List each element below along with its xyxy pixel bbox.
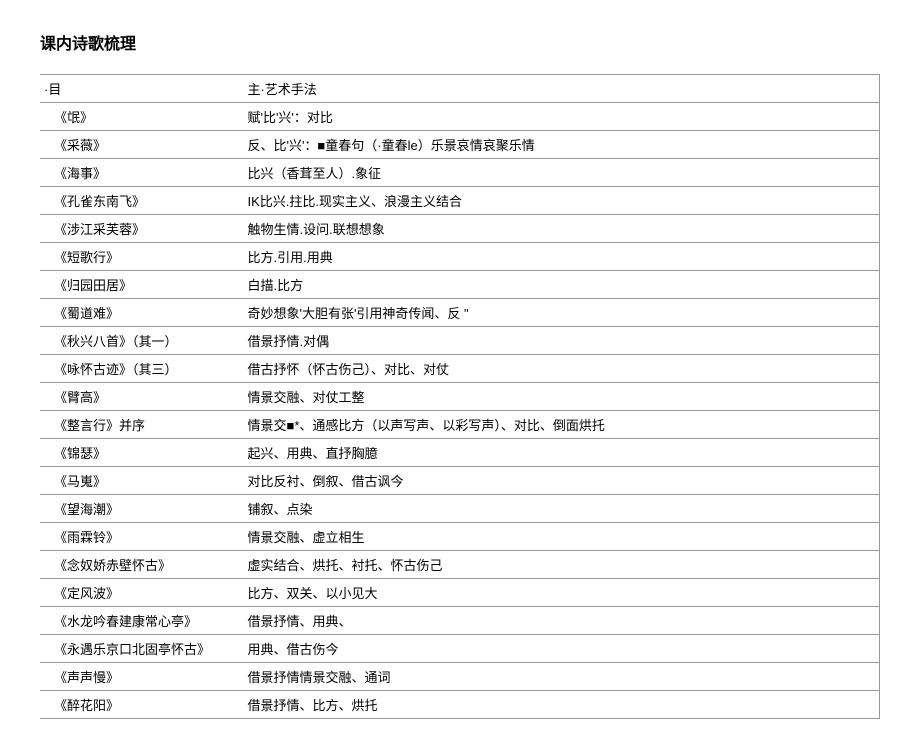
poem-name: 《醉花阳》 (40, 691, 241, 719)
poem-technique: 借景抒情、用典、 (241, 607, 879, 635)
table-row: 《声声慢》借景抒情情景交融、通词 (40, 663, 880, 691)
poem-technique: 借景抒情情景交融、通词 (241, 663, 879, 691)
poem-name: 《锦瑟》 (40, 439, 241, 467)
poem-name: 《咏怀古迹》（其三） (40, 355, 241, 383)
poem-name: 《念奴娇赤壁怀古》 (40, 551, 241, 579)
poem-name: 《水龙吟春建康常心亭》 (40, 607, 241, 635)
poem-technique: 情景交■*、通感比方（以声写声、以彩写声）、对比、倒面烘托 (241, 411, 879, 439)
table-row: 《念奴娇赤壁怀古》虚实结合、烘托、衬托、怀古伤己 (40, 551, 880, 579)
table-row: 《孔雀东南飞》IK比兴.拄比.现实主义、浪漫主义结合 (40, 187, 880, 215)
table-row: 《涉江采芙蓉》触物生情.设问.联想想象 (40, 215, 880, 243)
table-row: 《望海潮》铺叙、点染 (40, 495, 880, 523)
poem-name: 《臂高》 (40, 383, 241, 411)
poem-technique: 起兴、用典、直抒胸臆 (241, 439, 879, 467)
poem-name: 《归园田居》 (40, 271, 241, 299)
table-row: 《醉花阳》借景抒情、比方、烘托 (40, 691, 880, 719)
poem-name: 《定风波》 (40, 579, 241, 607)
table-row: 《水龙吟春建康常心亭》借景抒情、用典、 (40, 607, 880, 635)
poem-name: 《雨霖铃》 (40, 523, 241, 551)
table-row: 《雨霖铃》情景交融、虚立相生 (40, 523, 880, 551)
poem-name: 《海事》 (40, 159, 241, 187)
table-row: 《归园田居》白描.比方 (40, 271, 880, 299)
table-row: 《蜀道难》奇妙想象'大胆有张'引用神奇传闻、反 " (40, 299, 880, 327)
table-row: 《锦瑟》起兴、用典、直抒胸臆 (40, 439, 880, 467)
poem-name: 《短歌行》 (40, 243, 241, 271)
poem-technique: 赋'比'兴'：对比 (241, 103, 879, 131)
table-row: 《马嵬》对比反衬、倒叙、借古讽今 (40, 467, 880, 495)
poem-technique: 铺叙、点染 (241, 495, 879, 523)
table-row: 《短歌行》比方.引用.用典 (40, 243, 880, 271)
table-row: 《秋兴八首》（其一）借景抒情.对偶 (40, 327, 880, 355)
poem-name: 《永遇乐京口北固亭怀古》 (40, 635, 241, 663)
header-col1: ·目 (40, 75, 241, 103)
poem-name: 《秋兴八首》（其一） (40, 327, 241, 355)
poem-technique: IK比兴.拄比.现实主义、浪漫主义结合 (241, 187, 879, 215)
poem-technique: 用典、借古伤今 (241, 635, 879, 663)
poem-technique: 情景交融、对仗工整 (241, 383, 879, 411)
poem-technique: 借景抒情、比方、烘托 (241, 691, 879, 719)
poem-name: 《声声慢》 (40, 663, 241, 691)
table-row: 《采薇》反、比'兴'：■童春句（·童春le）乐景哀情哀聚乐情 (40, 131, 880, 159)
poem-technique: 比方、双关、以小见大 (241, 579, 879, 607)
table-row: 《永遇乐京口北固亭怀古》用典、借古伤今 (40, 635, 880, 663)
poem-technique: 触物生情.设问.联想想象 (241, 215, 879, 243)
poem-name: 《蜀道难》 (40, 299, 241, 327)
poem-name: 《马嵬》 (40, 467, 241, 495)
poem-technique: 比方.引用.用典 (241, 243, 879, 271)
header-col2: 主·艺术手法 (241, 75, 879, 103)
poem-name: 《涉江采芙蓉》 (40, 215, 241, 243)
table-row: 《整言行》并序情景交■*、通感比方（以声写声、以彩写声）、对比、倒面烘托 (40, 411, 880, 439)
poem-name: 《孔雀东南飞》 (40, 187, 241, 215)
poem-technique: 比兴（香茸至人）.象征 (241, 159, 879, 187)
poem-technique: 反、比'兴'：■童春句（·童春le）乐景哀情哀聚乐情 (241, 131, 879, 159)
poem-technique: 虚实结合、烘托、衬托、怀古伤己 (241, 551, 879, 579)
table-row: 《咏怀古迹》（其三）借古抒怀（怀古伤己）、对比、对仗 (40, 355, 880, 383)
poem-name: 《氓》 (40, 103, 241, 131)
poem-technique: 借古抒怀（怀古伤己）、对比、对仗 (241, 355, 879, 383)
table-row: 《海事》比兴（香茸至人）.象征 (40, 159, 880, 187)
poetry-table: ·目 主·艺术手法 《氓》赋'比'兴'：对比《采薇》反、比'兴'：■童春句（·童… (40, 74, 880, 719)
poem-technique: 对比反衬、倒叙、借古讽今 (241, 467, 879, 495)
table-row: 《臂高》情景交融、对仗工整 (40, 383, 880, 411)
poem-name: 《望海潮》 (40, 495, 241, 523)
table-row: 《定风波》比方、双关、以小见大 (40, 579, 880, 607)
poem-name: 《采薇》 (40, 131, 241, 159)
poem-name: 《整言行》并序 (40, 411, 241, 439)
table-row: 《氓》赋'比'兴'：对比 (40, 103, 880, 131)
page-title: 课内诗歌梳理 (40, 30, 880, 54)
poem-technique: 借景抒情.对偶 (241, 327, 879, 355)
poem-technique: 情景交融、虚立相生 (241, 523, 879, 551)
poem-technique: 奇妙想象'大胆有张'引用神奇传闻、反 " (241, 299, 879, 327)
poem-technique: 白描.比方 (241, 271, 879, 299)
